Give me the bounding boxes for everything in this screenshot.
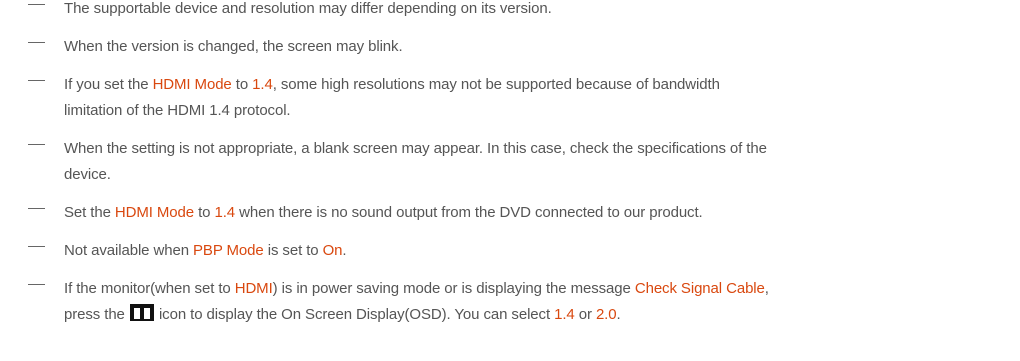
note-line: The supportable device and resolution ma… [64,0,1014,22]
note-text: If the monitor(when set to HDMI) is in p… [64,276,1014,328]
note-dash-icon [28,284,45,285]
note-line: press the icon to display the On Screen … [64,302,1014,328]
note-text-segment: When the version is changed, the screen … [64,38,403,55]
note-line: Set the HDMI Mode to 1.4 when there is n… [64,200,1014,226]
note-text-segment: The supportable device and resolution ma… [64,0,552,17]
note-text-segment: Set the [64,204,115,221]
note-text-segment: , [764,280,769,297]
note-text-segment: or [574,306,596,323]
note-text-segment: If the monitor(when set to [64,280,235,297]
note-text-segment: device. [64,166,111,183]
note-line: device. [64,162,1014,188]
highlighted-term: Check Signal Cable [634,280,765,297]
highlighted-term: HDMI Mode [152,76,232,93]
menu-grid-icon [129,304,154,321]
note-text-segment: limitation of the HDMI 1.4 protocol. [64,102,291,119]
note-dash-icon [28,42,45,43]
note-text-segment: is set to [263,242,323,259]
highlighted-term: 2.0 [595,306,617,323]
notes-list: The supportable device and resolution ma… [0,0,1020,361]
note-text-segment: . [342,242,347,259]
note-line: Not available when PBP Mode is set to On… [64,238,1014,264]
note-dash-icon [28,246,45,247]
note-text: If you set the HDMI Mode to 1.4, some hi… [64,72,1014,124]
note-text: When the setting is not appropriate, a b… [64,136,1014,188]
note-text-segment: . [616,306,621,323]
highlighted-term: 1.4 [554,306,575,323]
highlighted-term: HDMI [234,280,273,297]
note-text-segment: Not available when [64,242,194,259]
note-dash-icon [28,4,45,5]
note-dash-icon [28,144,45,145]
note-text: The supportable device and resolution ma… [64,0,1014,22]
note-text-segment: to [194,204,215,221]
note-text: Set the HDMI Mode to 1.4 when there is n… [64,200,1014,226]
note-line: If you set the HDMI Mode to 1.4, some hi… [64,72,1014,98]
note-text: Not available when PBP Mode is set to On… [64,238,1014,264]
note-line: When the version is changed, the screen … [64,34,1014,60]
note-line: If the monitor(when set to HDMI) is in p… [64,276,1014,302]
note-line: When the setting is not appropriate, a b… [64,136,1014,162]
note-text-segment: When the setting is not appropriate, a b… [64,140,767,157]
highlighted-term: On [322,242,343,259]
note-text-segment: ) is in power saving mode or is displayi… [272,280,635,297]
highlighted-term: 1.4 [214,204,236,221]
note-line: limitation of the HDMI 1.4 protocol. [64,98,1014,124]
note-dash-icon [28,208,45,209]
note-text-segment: when there is no sound output from the D… [235,204,703,221]
note-text: When the version is changed, the screen … [64,34,1014,60]
note-dash-icon [28,80,45,81]
note-text-segment: , some high resolutions may not be suppo… [272,76,720,93]
highlighted-term: HDMI Mode [114,204,195,221]
highlighted-term: 1.4 [252,76,273,93]
highlighted-term: PBP Mode [193,242,264,259]
note-text-segment: If you set the [64,76,153,93]
note-text-segment: press the [64,306,129,323]
note-text-segment: to [231,76,253,93]
note-text-segment: icon to display the On Screen Display(OS… [154,306,555,323]
